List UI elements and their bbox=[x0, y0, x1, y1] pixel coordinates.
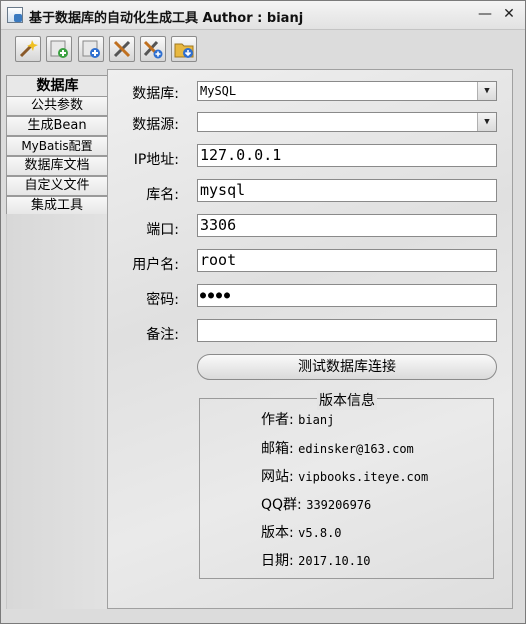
dbname-field[interactable]: mysql bbox=[197, 179, 497, 202]
version-label: 版本: bbox=[261, 525, 294, 541]
qq-group-label: QQ群: bbox=[261, 497, 302, 513]
test-connection-button[interactable]: 测试数据库连接 bbox=[197, 354, 497, 380]
add-blue-icon[interactable] bbox=[78, 36, 104, 62]
db-label: 数据库: bbox=[132, 86, 179, 102]
date-row: 日期: 2017.10.10 bbox=[261, 550, 370, 570]
note-field[interactable] bbox=[197, 319, 497, 342]
folder-down-icon[interactable] bbox=[171, 36, 197, 62]
note-label: 备注: bbox=[146, 327, 179, 343]
qq-group-row: QQ群: 339206976 bbox=[261, 494, 371, 514]
password-field[interactable]: ●●●● bbox=[197, 284, 497, 307]
website-row: 网站: vipbooks.iteye.com bbox=[261, 466, 428, 486]
chevron-down-icon[interactable]: ▼ bbox=[477, 113, 496, 131]
window-title: 基于数据库的自动化生成工具 Author : bianj bbox=[29, 11, 304, 26]
version-info-legend: 版本信息 bbox=[317, 390, 377, 410]
version-value: v5.8.0 bbox=[298, 526, 342, 540]
date-label: 日期: bbox=[261, 553, 294, 569]
ds-label: 数据源: bbox=[132, 117, 179, 133]
tab-custom-file[interactable]: 自定义文件 bbox=[6, 176, 108, 196]
app-icon bbox=[7, 7, 23, 23]
db-select[interactable]: MySQL ▼ bbox=[197, 81, 497, 101]
website-value: vipbooks.iteye.com bbox=[298, 470, 429, 484]
dbname-label: 库名: bbox=[146, 187, 179, 203]
app-window: 基于数据库的自动化生成工具 Author : bianj — ✕ 数据库 公共参… bbox=[0, 0, 526, 624]
version-row: 版本: v5.8.0 bbox=[261, 522, 342, 542]
username-label: 用户名: bbox=[132, 257, 179, 273]
tab-mybatis-config[interactable]: MyBatis配置 bbox=[6, 136, 108, 156]
password-label: 密码: bbox=[146, 292, 179, 308]
author-row: 作者: bianj bbox=[261, 409, 334, 429]
ip-label: IP地址: bbox=[133, 152, 179, 168]
tab-generate-bean[interactable]: 生成Bean bbox=[6, 116, 108, 136]
website-label: 网站: bbox=[261, 469, 294, 485]
add-green-icon[interactable] bbox=[46, 36, 72, 62]
tab-integration-tools[interactable]: 集成工具 bbox=[6, 196, 108, 216]
wand-icon[interactable] bbox=[15, 36, 41, 62]
db-select-value: MySQL bbox=[200, 84, 237, 98]
title-bar[interactable]: 基于数据库的自动化生成工具 Author : bianj — ✕ bbox=[1, 1, 525, 30]
tab-db-document[interactable]: 数据库文档 bbox=[6, 156, 108, 176]
date-value: 2017.10.10 bbox=[298, 554, 371, 568]
username-field[interactable]: root bbox=[197, 249, 497, 272]
chevron-down-icon[interactable]: ▼ bbox=[477, 82, 496, 100]
ds-select[interactable]: ▼ bbox=[197, 112, 497, 132]
author-value: bianj bbox=[298, 413, 335, 427]
tools-icon[interactable] bbox=[109, 36, 135, 62]
tab-strip-background bbox=[6, 214, 109, 609]
author-label: 作者: bbox=[261, 412, 294, 428]
email-value: edinsker@163.com bbox=[298, 442, 414, 456]
minimize-button[interactable]: — bbox=[475, 5, 495, 23]
port-label: 端口: bbox=[146, 222, 179, 238]
tab-common-params[interactable]: 公共参数 bbox=[6, 96, 108, 116]
email-row: 邮箱: edinsker@163.com bbox=[261, 438, 414, 458]
close-button[interactable]: ✕ bbox=[499, 5, 519, 23]
tab-database[interactable]: 数据库 bbox=[6, 75, 108, 97]
toolbar bbox=[1, 30, 525, 68]
port-field[interactable]: 3306 bbox=[197, 214, 497, 237]
tools-add-icon[interactable] bbox=[140, 36, 166, 62]
ip-field[interactable]: 127.0.0.1 bbox=[197, 144, 497, 167]
qq-group-value: 339206976 bbox=[306, 498, 372, 512]
email-label: 邮箱: bbox=[261, 441, 294, 457]
